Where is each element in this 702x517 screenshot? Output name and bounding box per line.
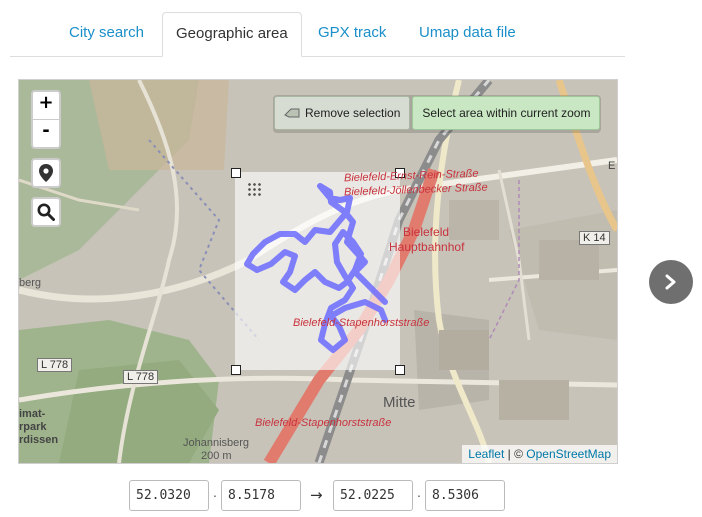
map-label: Johannisberg: [183, 437, 250, 449]
map-label: rdissen: [19, 434, 59, 446]
magnifier-icon: [37, 203, 55, 221]
road-shield: L 778: [123, 370, 159, 384]
remove-selection-button[interactable]: Remove selection: [274, 96, 411, 130]
map-label: Bielefeld-Stapenhorststraße: [293, 317, 430, 329]
selection-toolbar: Remove selection Select area within curr…: [273, 95, 602, 133]
tab-umap-data-file[interactable]: Umap data file: [419, 12, 516, 56]
osm-link[interactable]: OpenStreetMap: [526, 447, 611, 461]
lon2-input[interactable]: [425, 480, 505, 511]
tab-city-search[interactable]: City search: [69, 12, 144, 56]
road-shield: L 778: [37, 358, 73, 372]
coord-separator: .: [417, 484, 421, 500]
chevron-right-icon: [665, 274, 676, 290]
map-label: 200 m: [201, 450, 232, 462]
range-arrow-icon: →: [310, 486, 323, 504]
zoom-in-button[interactable]: +: [33, 92, 59, 119]
map-label: Hauptbahnhof: [389, 240, 465, 254]
selection-handle-se[interactable]: [395, 365, 405, 375]
map-attribution: Leaflet | © OpenStreetMap: [462, 445, 617, 463]
lon1-input[interactable]: [221, 480, 301, 511]
lat2-input[interactable]: [333, 480, 413, 511]
map-label: Bielefeld-Stapenhorststraße: [255, 417, 392, 429]
select-area-button[interactable]: Select area within current zoom: [412, 96, 601, 130]
drag-grip-icon[interactable]: [247, 182, 261, 196]
selection-handle-sw[interactable]: [231, 365, 241, 375]
road-shield: K 14: [579, 231, 610, 245]
tab-bar: City search Geographic area GPX track Um…: [10, 12, 625, 57]
zoom-out-button[interactable]: -: [33, 119, 59, 147]
map-view[interactable]: Bielefeld-Ernst-Rein-Straße Bielefeld-Jö…: [18, 79, 618, 464]
map-label: imat-: [19, 408, 46, 420]
coord-separator: .: [213, 484, 217, 500]
lat1-input[interactable]: [129, 480, 209, 511]
tab-geographic-area[interactable]: Geographic area: [162, 12, 302, 57]
map-label: E: [608, 160, 616, 172]
map-label: rpark: [19, 421, 47, 433]
leaflet-link[interactable]: Leaflet: [468, 447, 504, 461]
map-label: berg: [19, 277, 42, 289]
map-label: Bielefeld: [403, 225, 450, 239]
locate-button[interactable]: [31, 158, 61, 188]
map-search-button[interactable]: [31, 197, 61, 227]
selection-rectangle[interactable]: [235, 172, 400, 370]
eraser-icon: [284, 108, 300, 118]
tab-gpx-track[interactable]: GPX track: [318, 12, 386, 56]
map-label: Mitte: [383, 394, 416, 411]
select-area-label: Select area within current zoom: [422, 106, 591, 120]
map-marker-icon: [39, 164, 53, 182]
gpx-track: [244, 183, 388, 353]
remove-selection-label: Remove selection: [305, 106, 401, 120]
attribution-separator: | ©: [504, 447, 527, 461]
zoom-control: + -: [31, 90, 61, 149]
next-button[interactable]: [649, 260, 693, 304]
selection-handle-nw[interactable]: [231, 168, 241, 178]
